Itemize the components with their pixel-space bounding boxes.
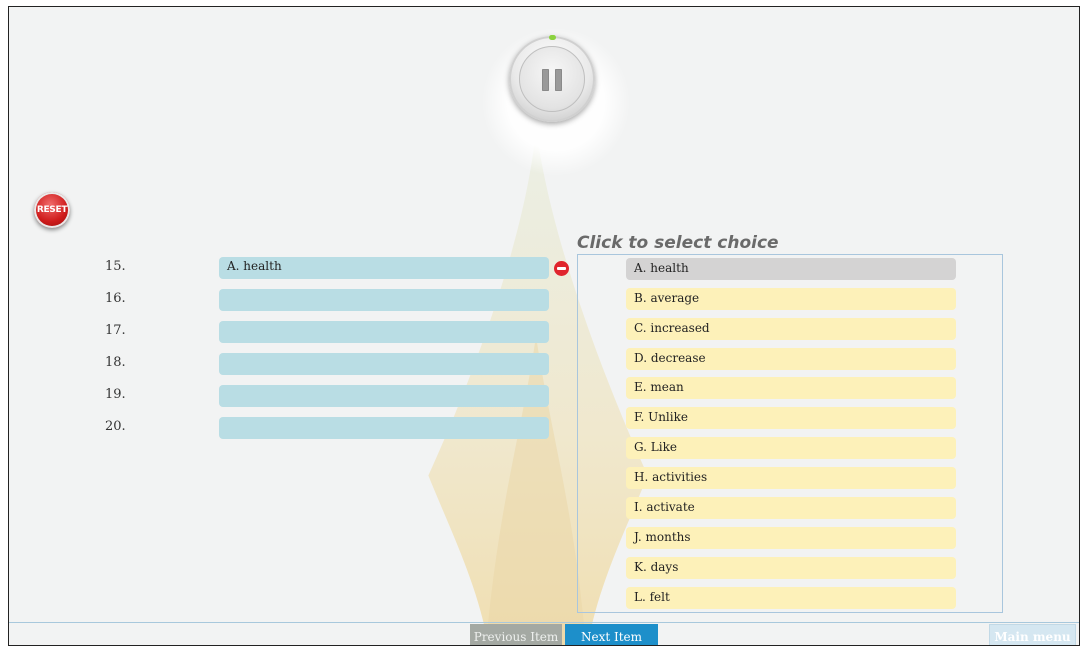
choice-item-g[interactable]: G. Like [626, 437, 956, 459]
answer-slot[interactable] [219, 385, 549, 407]
next-item-button[interactable]: Next Item [565, 624, 658, 645]
pause-button[interactable] [509, 35, 595, 122]
question-row-16: 16. [9, 289, 569, 311]
footer-divider [9, 622, 1079, 623]
choice-item-j[interactable]: J. months [626, 527, 956, 549]
question-number: 20. [105, 419, 126, 434]
answer-slot[interactable] [219, 353, 549, 375]
question-row-18: 18. [9, 353, 569, 375]
answer-slot[interactable] [219, 321, 549, 343]
choices-panel: A. health B. average C. increased D. dec… [577, 254, 1003, 613]
choice-item-d[interactable]: D. decrease [626, 348, 956, 370]
choice-item-e[interactable]: E. mean [626, 377, 956, 399]
choice-item-a[interactable]: A. health [626, 258, 956, 280]
question-number: 18. [105, 355, 126, 370]
activity-frame: RESET 15. A. health 16. 17. 18. 19. 20. … [8, 6, 1080, 646]
question-number: 17. [105, 323, 126, 338]
choice-item-h[interactable]: H. activities [626, 467, 956, 489]
audio-progress-indicator [549, 35, 556, 40]
question-row-20: 20. [9, 417, 569, 439]
reset-button[interactable]: RESET [34, 192, 70, 228]
pause-bar-right [555, 69, 562, 91]
choice-item-c[interactable]: C. increased [626, 318, 956, 340]
main-menu-button[interactable]: Main menu [989, 624, 1076, 645]
answer-slot[interactable] [219, 289, 549, 311]
remove-answer-icon[interactable] [554, 261, 569, 276]
choice-item-k[interactable]: K. days [626, 557, 956, 579]
choice-item-l[interactable]: L. felt [626, 587, 956, 609]
reset-label: RESET [36, 205, 68, 215]
choices-title: Click to select choice [577, 233, 779, 253]
pause-icon [519, 46, 585, 112]
question-number: 15. [105, 259, 126, 274]
question-row-17: 17. [9, 321, 569, 343]
question-number: 19. [105, 387, 126, 402]
question-number: 16. [105, 291, 126, 306]
pause-bar-left [542, 69, 549, 91]
answer-slot[interactable]: A. health [219, 257, 549, 279]
previous-item-button[interactable]: Previous Item [470, 624, 562, 645]
question-row-15: 15. A. health [9, 257, 569, 279]
answer-slot[interactable] [219, 417, 549, 439]
choice-item-i[interactable]: I. activate [626, 497, 956, 519]
choice-item-b[interactable]: B. average [626, 288, 956, 310]
choice-item-f[interactable]: F. Unlike [626, 407, 956, 429]
question-row-19: 19. [9, 385, 569, 407]
